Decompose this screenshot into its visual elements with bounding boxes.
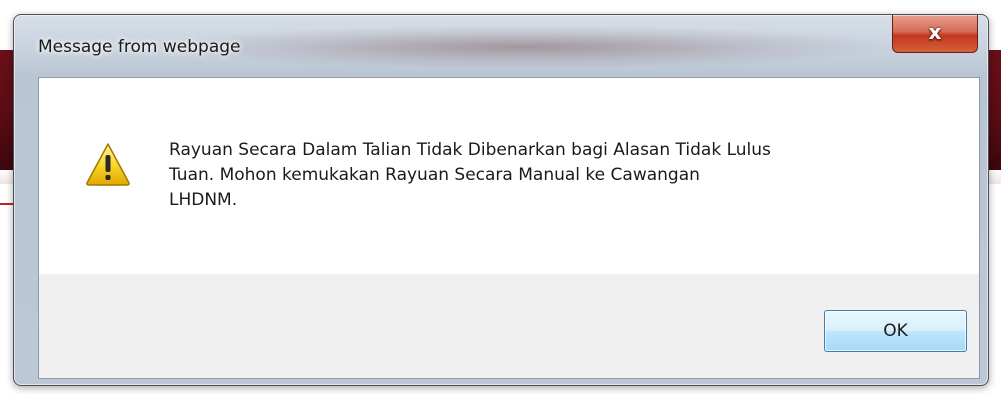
title-bar[interactable]: Message from webpage x xyxy=(14,15,988,73)
title-bar-glass xyxy=(144,25,904,69)
close-icon: x xyxy=(928,20,942,44)
close-button[interactable]: x xyxy=(892,15,978,53)
message-content-area: Rayuan Secara Dalam Talian Tidak Dibenar… xyxy=(39,78,979,274)
ok-button[interactable]: OK xyxy=(824,310,967,352)
background-arrow-mark xyxy=(0,203,14,205)
message-text: Rayuan Secara Dalam Talian Tidak Dibenar… xyxy=(169,140,771,210)
warning-icon xyxy=(86,143,130,186)
dialog-title: Message from webpage xyxy=(38,37,241,57)
dialog-client-area: Rayuan Secara Dalam Talian Tidak Dibenar… xyxy=(38,77,980,379)
message-dialog: Message from webpage x Rayuan Secara Dal… xyxy=(13,14,989,386)
